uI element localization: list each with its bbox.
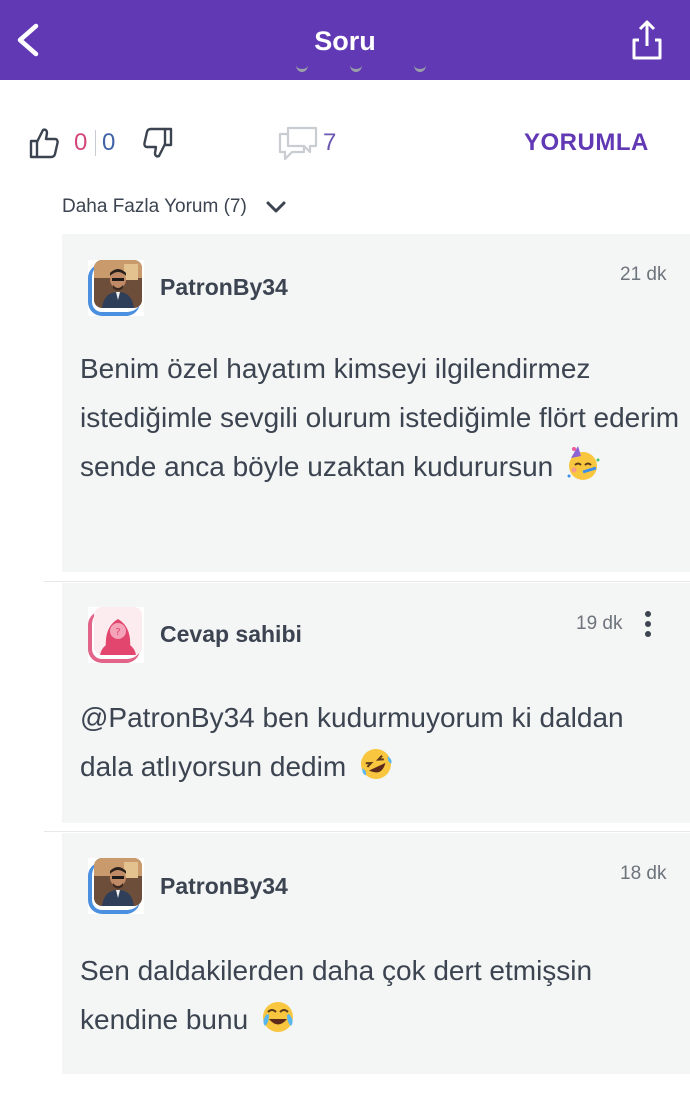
comment-time: 18 dk: [620, 863, 667, 884]
comment-time: 21 dk: [620, 264, 667, 285]
scrolled-content-fragment: [290, 58, 440, 80]
comment-divider: [44, 831, 690, 832]
more-comments-label: Daha Fazla Yorum (7): [62, 196, 247, 217]
rolling-on-floor-laughing-emoji-icon: [360, 749, 392, 779]
chevron-left-icon[interactable]: [12, 20, 46, 60]
face-with-tears-of-joy-emoji-icon: [262, 1002, 293, 1032]
thumbs-up-icon[interactable]: [28, 126, 60, 160]
anonymous-female-avatar-icon: ?: [94, 607, 142, 655]
comment-count: 7: [323, 129, 337, 156]
comment-username[interactable]: PatronBy34: [160, 274, 288, 301]
avatar[interactable]: [88, 260, 144, 316]
vote-divider: [95, 130, 96, 156]
comment-time: 19 dk: [576, 613, 623, 634]
comments-icon[interactable]: [276, 124, 320, 162]
comment-text: @PatronBy34 ben kudurmuyorum ki daldan d…: [80, 702, 624, 782]
avatar[interactable]: ?: [88, 607, 144, 663]
comment-text: Sen daldakilerden daha çok dert etmişsin…: [80, 955, 593, 1035]
comment-body: Benim özel hayatım kimseyi ilgilendirmez…: [80, 344, 680, 491]
comment-divider: [44, 581, 690, 582]
like-count: 0: [74, 129, 88, 156]
comment-body: Sen daldakilerden daha çok dert etmişsin…: [80, 946, 680, 1044]
comment-button[interactable]: YORUMLA: [524, 129, 649, 157]
more-comments-toggle[interactable]: Daha Fazla Yorum (7): [62, 196, 286, 218]
dislike-count: 0: [102, 129, 116, 156]
thumbs-down-icon[interactable]: [142, 126, 174, 160]
comment-username[interactable]: Cevap sahibi: [160, 621, 302, 648]
comment-item: ? Cevap sahibi 19 dk @PatronBy34 ben kud…: [62, 583, 690, 823]
more-options-icon[interactable]: [640, 611, 656, 643]
user-photo-icon: [94, 260, 142, 308]
user-photo-icon: [94, 858, 142, 906]
partying-face-emoji-icon: [567, 446, 600, 480]
avatar[interactable]: [88, 858, 144, 914]
comment-username[interactable]: PatronBy34: [160, 873, 288, 900]
comment-item: PatronBy34 21 dk Benim özel hayatım kims…: [62, 234, 690, 572]
comment-body: @PatronBy34 ben kudurmuyorum ki daldan d…: [80, 693, 680, 791]
svg-text:?: ?: [115, 627, 120, 638]
share-icon[interactable]: [628, 18, 666, 62]
question-action-bar: 0 0 7 YORUMLA: [0, 118, 690, 168]
comment-item: PatronBy34 18 dk Sen daldakilerden daha …: [62, 833, 690, 1074]
chevron-down-icon: [266, 201, 286, 213]
